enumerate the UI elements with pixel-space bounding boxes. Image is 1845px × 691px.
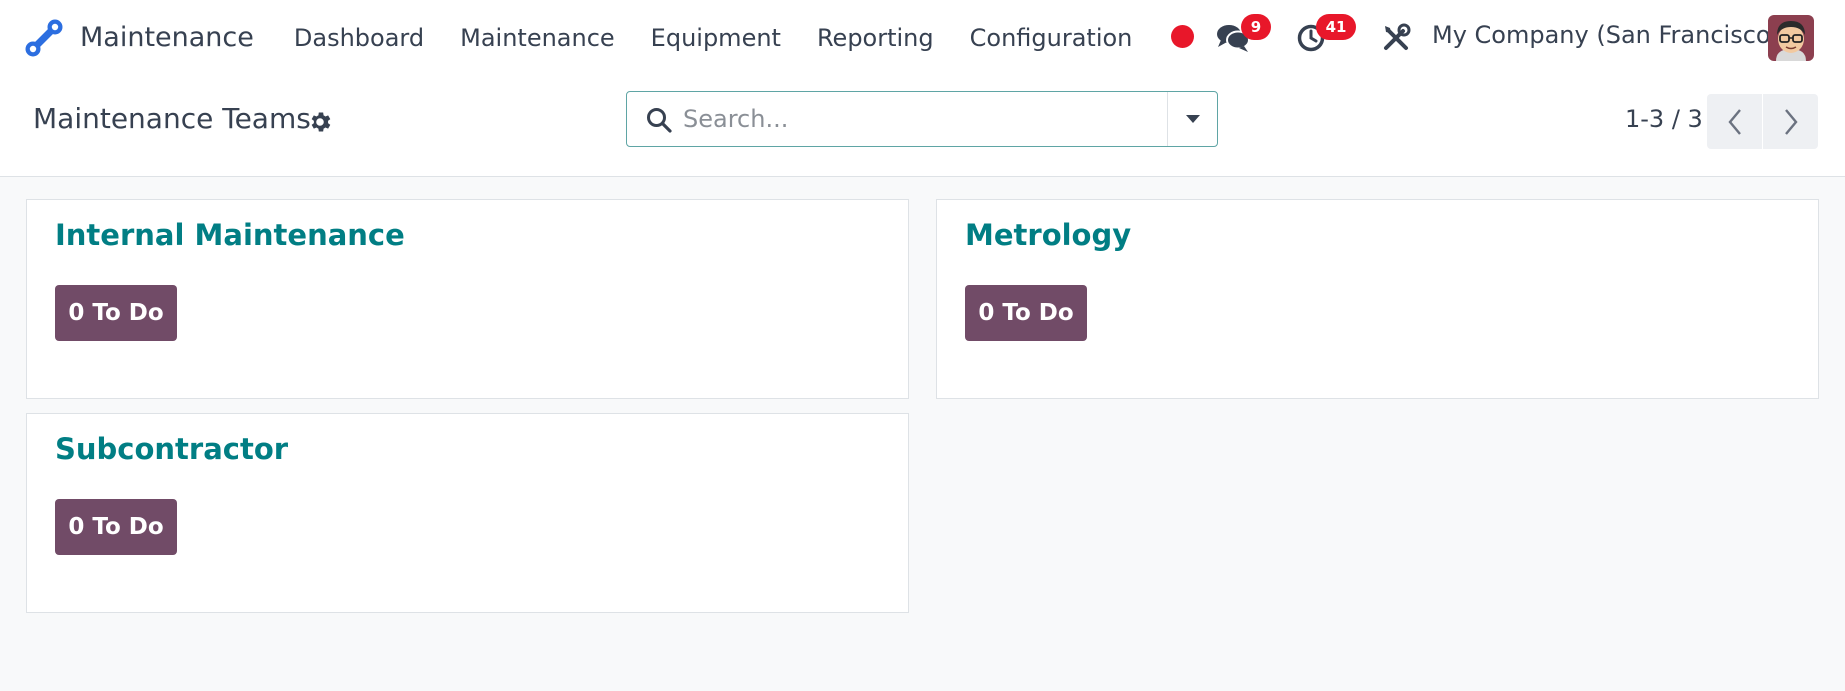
todo-button[interactable]: 0 To Do [55, 499, 177, 555]
user-avatar[interactable] [1768, 15, 1814, 61]
app-brand[interactable]: Maintenance [24, 18, 254, 58]
search-bar [626, 91, 1218, 147]
pager-next-button[interactable] [1763, 94, 1818, 149]
control-panel: Maintenance Teams 1-3 / 3 [0, 75, 1845, 177]
tools-icon[interactable] [1381, 23, 1411, 53]
team-card: Metrology 0 To Do [936, 199, 1819, 399]
menu-reporting[interactable]: Reporting [799, 24, 952, 52]
search-icon [647, 108, 672, 133]
chevron-right-icon [1784, 108, 1798, 135]
search-options-toggle[interactable] [1168, 92, 1218, 146]
chevron-left-icon [1727, 108, 1741, 135]
app-name: Maintenance [80, 22, 254, 53]
team-card: Subcontractor 0 To Do [26, 413, 909, 613]
todo-button[interactable]: 0 To Do [965, 285, 1087, 341]
pager-value[interactable]: 1-3 / 3 [1625, 105, 1703, 133]
messages-badge: 9 [1241, 14, 1271, 40]
team-name[interactable]: Internal Maintenance [55, 218, 405, 252]
menu-configuration[interactable]: Configuration [952, 24, 1151, 52]
pager-previous-button[interactable] [1707, 94, 1762, 149]
main-navbar: Maintenance Dashboard Maintenance Equipm… [0, 0, 1845, 75]
page-title: Maintenance Teams [33, 102, 311, 135]
menu-maintenance[interactable]: Maintenance [442, 24, 633, 52]
menu-equipment[interactable]: Equipment [633, 24, 799, 52]
team-name[interactable]: Subcontractor [55, 432, 288, 466]
top-menu: Dashboard Maintenance Equipment Reportin… [276, 24, 1151, 52]
app-logo-icon [25, 19, 63, 56]
company-switcher[interactable]: My Company (San Francisco) [1432, 21, 1780, 49]
record-dot-icon[interactable] [1171, 25, 1194, 48]
todo-button[interactable]: 0 To Do [55, 285, 177, 341]
team-name[interactable]: Metrology [965, 218, 1131, 252]
search-input[interactable] [683, 92, 1183, 146]
activities-badge: 41 [1316, 14, 1356, 40]
team-card: Internal Maintenance 0 To Do [26, 199, 909, 399]
menu-dashboard[interactable]: Dashboard [276, 24, 442, 52]
gear-icon[interactable] [307, 109, 333, 135]
caret-down-icon [1186, 115, 1200, 123]
